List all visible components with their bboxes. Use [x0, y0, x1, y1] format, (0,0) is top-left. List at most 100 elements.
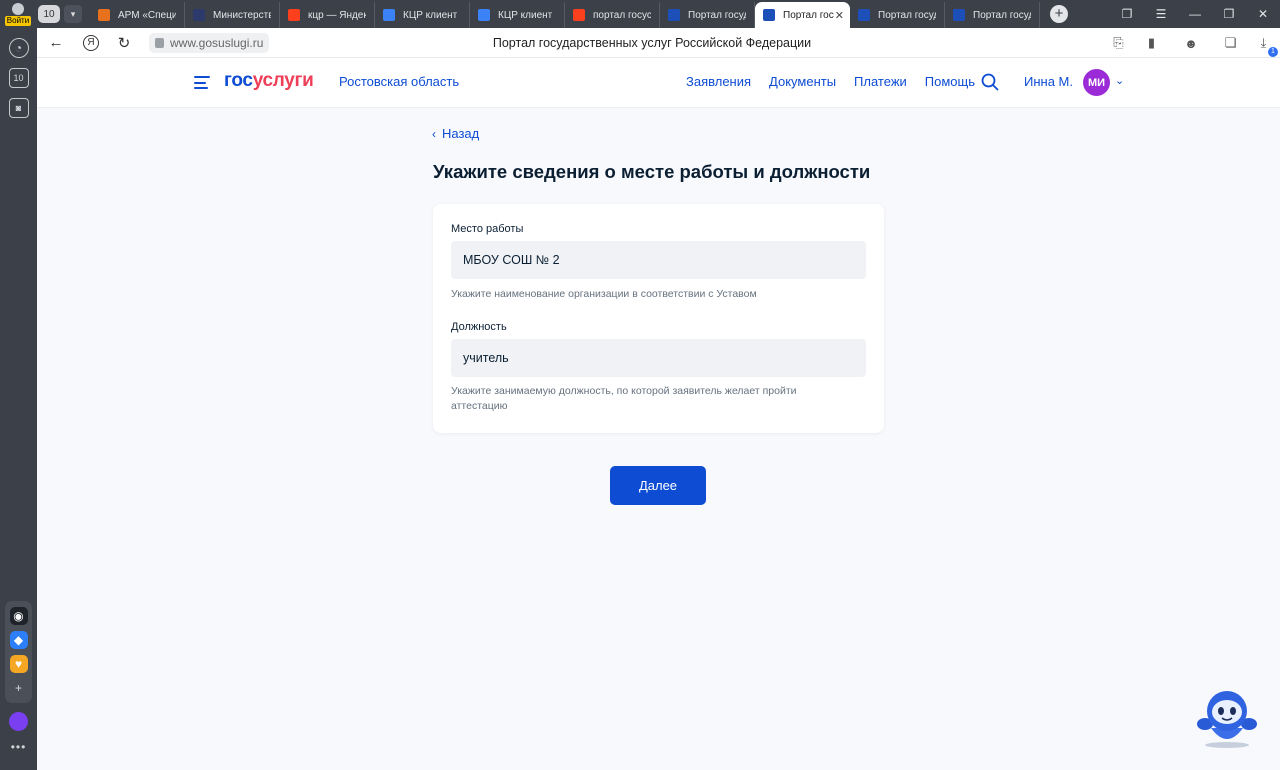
- tab-title: Министерств: [213, 9, 271, 21]
- nav-item-payments[interactable]: Платежи: [854, 74, 907, 89]
- position-input[interactable]: [451, 339, 866, 377]
- history-icon[interactable]: ◔: [8, 38, 29, 58]
- reload-icon[interactable]: ↻: [113, 32, 135, 54]
- workplace-input[interactable]: [451, 241, 866, 279]
- tab-favicon-icon: [98, 9, 110, 21]
- browser-tab[interactable]: АРМ «Специ: [90, 2, 185, 28]
- nav-item-applications[interactable]: Заявления: [686, 74, 751, 89]
- next-button[interactable]: Далее: [610, 466, 706, 505]
- browser-tab[interactable]: Портал госуд: [945, 2, 1040, 28]
- yandex-icon[interactable]: Я: [83, 34, 99, 51]
- robot-assistant-icon[interactable]: [1195, 684, 1259, 750]
- tab-title: КЦР клиент: [403, 9, 458, 21]
- alice-assistant-icon[interactable]: [9, 712, 28, 731]
- app-icon[interactable]: ◆: [9, 631, 28, 649]
- downloads-icon[interactable]: ⤓ 1: [1247, 35, 1280, 57]
- bookmark-icon[interactable]: ▮: [1135, 35, 1168, 51]
- address-bar-actions: ⎘ ▮ ☻ ❏ ⤓ 1: [1102, 28, 1280, 58]
- main-content: ‹ Назад Укажите сведения о месте работы и…: [37, 108, 1280, 770]
- browser-tab[interactable]: Портал госуд: [850, 2, 945, 28]
- tab-favicon-icon: [573, 9, 585, 21]
- form-card: Место работы Укажите наименование органи…: [433, 204, 884, 433]
- url-field[interactable]: www.gosuslugi.ru: [149, 32, 270, 53]
- logo-part-1: гос: [224, 70, 253, 91]
- nav-item-documents[interactable]: Документы: [769, 74, 836, 89]
- chevron-down-icon[interactable]: ⌄: [1115, 74, 1124, 87]
- workplace-label: Место работы: [451, 223, 524, 235]
- browser-tab[interactable]: КЦР клиент: [375, 2, 470, 28]
- tab-favicon-icon: [858, 9, 870, 21]
- main-nav: Заявления Документы Платежи Помощь: [686, 74, 993, 89]
- tab-title: кцр — Яндекс: [308, 9, 366, 21]
- tab-favicon-icon: [383, 9, 395, 21]
- app-icon[interactable]: ◉: [9, 607, 28, 625]
- new-tab-button[interactable]: +: [1050, 5, 1068, 23]
- app-icon[interactable]: ♥: [9, 655, 28, 673]
- browser-tab[interactable]: портал госус: [565, 2, 660, 28]
- tab-list: АРМ «Специ Министерств кцр — Яндекс КЦР кли…: [90, 0, 1040, 28]
- chevron-left-icon: ‹: [432, 127, 436, 141]
- hamburger-menu-icon[interactable]: [194, 76, 210, 89]
- lock-icon: [155, 37, 164, 48]
- back-link[interactable]: ‹ Назад: [432, 126, 479, 141]
- tab-title: Портал госуд: [688, 9, 746, 21]
- browser-tab[interactable]: Портал гос ✕: [755, 2, 850, 28]
- user-name[interactable]: Инна М.: [1024, 74, 1073, 89]
- page-title-display: Портал государственных услуг Российской …: [492, 35, 812, 50]
- more-icon[interactable]: •••: [0, 740, 37, 754]
- sidebar-apps: ◉ ◆ ♥ +: [5, 601, 32, 703]
- tab-title: АРМ «Специ: [118, 9, 176, 21]
- menu-icon[interactable]: ☰: [1144, 7, 1178, 21]
- browser-tab-strip: Войти 10 ▾ АРМ «Специ Министерств кцр — Ян…: [0, 0, 1280, 28]
- back-label: Назад: [442, 126, 480, 141]
- browser-tab[interactable]: КЦР клиент: [470, 2, 565, 28]
- close-window-button[interactable]: ✕: [1246, 7, 1280, 21]
- profile-icon: [12, 2, 24, 15]
- minimize-button[interactable]: —: [1178, 7, 1212, 21]
- position-hint: Укажите занимаемую должность, по которой…: [451, 385, 797, 412]
- address-bar: ← Я ↻ www.gosuslugi.ru Портал государств…: [37, 28, 1280, 58]
- workplace-hint: Укажите наименование организации в соотв…: [451, 288, 757, 300]
- site-header: госуслуги Ростовская область Заявления Д…: [37, 58, 1280, 108]
- tab-title: Портал гос: [783, 9, 834, 21]
- tab-favicon-icon: [193, 9, 205, 21]
- gosuslugi-logo[interactable]: госуслуги: [224, 70, 314, 92]
- tab-title: Портал госуд: [973, 9, 1031, 21]
- screenshot-icon[interactable]: ◙: [8, 98, 29, 118]
- search-icon[interactable]: [981, 73, 999, 91]
- avatar[interactable]: МИ: [1083, 69, 1110, 96]
- tab-title: КЦР клиент: [498, 9, 553, 21]
- tab-favicon-icon: [478, 9, 490, 21]
- tab-favicon-icon: [288, 9, 300, 21]
- region-selector[interactable]: Ростовская область: [339, 74, 459, 89]
- extension-icon[interactable]: ☻: [1168, 36, 1214, 51]
- position-label: Должность: [451, 321, 507, 333]
- browser-tab[interactable]: Министерств: [185, 2, 280, 28]
- chevron-down-icon[interactable]: ▾: [64, 5, 82, 23]
- extensions-icon[interactable]: ❏: [1214, 35, 1247, 51]
- downloads-count: 1: [1268, 47, 1278, 57]
- tab-favicon-icon: [953, 9, 965, 21]
- page-title: Укажите сведения о месте работы и должно…: [433, 161, 871, 182]
- tab-count-badge[interactable]: 10: [38, 5, 60, 23]
- login-label: Войти: [4, 15, 32, 26]
- add-app-icon[interactable]: +: [10, 679, 28, 697]
- translate-icon[interactable]: ⎘: [1102, 35, 1135, 51]
- tabs-panel-icon[interactable]: 10: [8, 68, 29, 88]
- tab-title: Портал госуд: [878, 9, 936, 21]
- restore-button[interactable]: ❐: [1212, 7, 1246, 21]
- browser-login-button[interactable]: Войти: [0, 0, 36, 28]
- tab-favicon-icon: [763, 9, 775, 21]
- logo-part-2: услуги: [252, 70, 314, 91]
- tab-favicon-icon: [668, 9, 680, 21]
- back-arrow-icon[interactable]: ←: [45, 32, 67, 54]
- browser-tab[interactable]: Портал госуд: [660, 2, 755, 28]
- tab-title: портал госус: [593, 9, 651, 21]
- browser-sidebar: ◔ 10 ◙ ◉ ◆ ♥ + •••: [0, 28, 37, 770]
- nav-item-help[interactable]: Помощь: [925, 74, 975, 89]
- window-controls: ❐ ☰ — ❐ ✕: [1110, 0, 1280, 28]
- close-tab-icon[interactable]: ✕: [835, 9, 844, 22]
- browser-tab[interactable]: кцр — Яндекс: [280, 2, 375, 28]
- collections-icon[interactable]: ❐: [1110, 7, 1144, 21]
- url-text: www.gosuslugi.ru: [170, 35, 264, 50]
